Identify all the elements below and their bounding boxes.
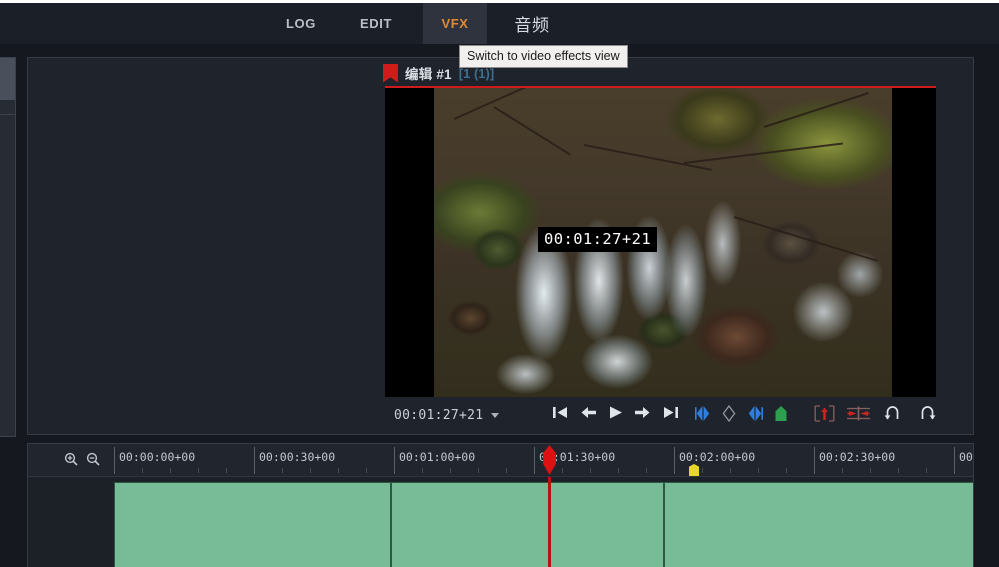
tab-log[interactable]: LOG <box>272 3 330 44</box>
redo-button[interactable] <box>918 405 936 421</box>
timeline-marker-yellow[interactable] <box>689 464 699 476</box>
ruler-tick-minor <box>926 468 927 473</box>
video-editor-window: LOG EDIT VFX 音频 Switch to video effects … <box>0 0 999 567</box>
ruler-tick-label: 00:01:00+00 <box>399 450 476 464</box>
undo-button[interactable] <box>884 405 902 421</box>
video-timecode-overlay: 00:01:27+21 <box>538 227 658 252</box>
ruler-tick-minor <box>646 468 647 473</box>
timeline-panel: 00:00:00+00 00:00:30+00 00:01:00+00 00:01:3… <box>27 443 974 567</box>
zoom-in-magnifier-icon[interactable] <box>64 452 78 466</box>
tab-edit[interactable]: EDIT <box>345 3 407 44</box>
bookmark-flag-icon <box>383 63 398 83</box>
ruler-tick-minor <box>310 468 311 473</box>
ruler-tick-minor <box>450 468 451 473</box>
ruler-tick-minor <box>730 468 731 473</box>
current-timecode-value: 00:01:27+21 <box>394 408 484 423</box>
tooltip-switch-to-vfx: Switch to video effects view <box>459 45 628 68</box>
current-timecode-display[interactable]: 00:01:27+21 <box>394 408 500 423</box>
ruler-tick-label: 00:03:0 <box>959 450 973 464</box>
ruler-tick-label: 00:00:00+00 <box>119 450 196 464</box>
timeline-ruler[interactable]: 00:00:00+00 00:00:30+00 00:01:00+00 00:01:3… <box>28 444 973 477</box>
mark-controls <box>814 405 871 422</box>
ruler-tick-minor <box>618 468 619 473</box>
add-keyframe-button[interactable] <box>722 405 736 422</box>
ruler-tick-minor <box>702 468 703 473</box>
mark-in-button[interactable] <box>814 405 835 422</box>
home-pentagon-button[interactable] <box>774 405 788 422</box>
pillarbox-right <box>892 88 936 397</box>
keyframe-controls <box>695 405 788 422</box>
history-controls <box>884 405 936 421</box>
ruler-tick-minor <box>226 468 227 473</box>
mark-out-button[interactable] <box>846 405 871 422</box>
ruler-tick-label: 00:02:00+00 <box>679 450 756 464</box>
tab-audio[interactable]: 音频 <box>498 3 566 44</box>
ruler-tick-minor <box>758 468 759 473</box>
play-button[interactable] <box>608 405 623 420</box>
go-to-end-button[interactable] <box>662 405 679 420</box>
chevron-down-icon[interactable] <box>491 413 500 418</box>
playhead-line[interactable] <box>548 477 551 567</box>
left-panel-divider <box>0 114 15 115</box>
ruler-tick-minor <box>198 468 199 473</box>
ruler-tick-label: 00:02:30+00 <box>819 450 896 464</box>
ruler-tick-minor <box>366 468 367 473</box>
timeline-zoom-controls <box>64 452 100 466</box>
ruler-tick-minor <box>338 468 339 473</box>
left-panel-sliver[interactable] <box>0 57 16 437</box>
timeline-clip[interactable] <box>664 482 973 567</box>
ruler-tick-minor <box>282 468 283 473</box>
go-to-start-button[interactable] <box>552 405 569 420</box>
timeline-clip[interactable] <box>114 482 391 567</box>
pillarbox-left <box>385 88 434 397</box>
ruler-tick-minor <box>422 468 423 473</box>
zoom-out-magnifier-icon[interactable] <box>86 452 100 466</box>
ruler-tick-minor <box>786 468 787 473</box>
viewer-title-text: 编辑 #1 <box>405 67 452 82</box>
transport-bar: 00:01:27+21 <box>28 401 973 434</box>
step-backward-button[interactable] <box>580 405 597 420</box>
ruler-tick-minor <box>478 468 479 473</box>
video-frame-image <box>434 88 892 397</box>
left-panel-header <box>0 58 15 100</box>
ruler-tick-minor <box>142 468 143 473</box>
ruler-tick-minor <box>870 468 871 473</box>
timeline-ruler-track[interactable]: 00:00:00+00 00:00:30+00 00:01:00+00 00:01:3… <box>114 444 973 477</box>
ruler-tick-minor <box>590 468 591 473</box>
ruler-tick-minor <box>842 468 843 473</box>
ruler-tick-label: 00:00:30+00 <box>259 450 336 464</box>
playback-controls <box>552 405 679 420</box>
ruler-tick-minor <box>170 468 171 473</box>
timeline-clip-area[interactable] <box>114 477 973 567</box>
top-tab-bar: LOG EDIT VFX 音频 <box>0 3 999 44</box>
tab-vfx[interactable]: VFX <box>423 3 487 44</box>
viewer-panel: 编辑 #1 [1 (1)] 00:01:27+21 00:01:27+21 <box>27 57 974 435</box>
next-keyframe-button[interactable] <box>747 405 763 422</box>
ruler-tick-minor <box>898 468 899 473</box>
previous-keyframe-button[interactable] <box>695 405 711 422</box>
timeline-clip[interactable] <box>391 482 664 567</box>
ruler-tick-minor <box>562 468 563 473</box>
step-forward-button[interactable] <box>634 405 651 420</box>
ruler-tick-minor <box>506 468 507 473</box>
video-preview-stage[interactable]: 00:01:27+21 <box>385 86 936 397</box>
